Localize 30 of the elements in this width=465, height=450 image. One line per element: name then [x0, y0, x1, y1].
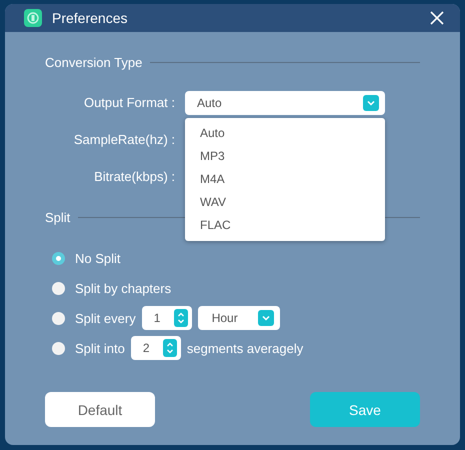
field-label: SampleRate(hz) :: [72, 132, 175, 147]
stepper-arrows-icon: [162, 339, 177, 357]
field-label: Output Format :: [82, 95, 175, 110]
radio-button[interactable]: [52, 282, 65, 294]
window-title: Preferences: [52, 10, 128, 26]
option-label: Split by chapters: [75, 280, 172, 296]
number-stepper[interactable]: 1: [142, 306, 192, 330]
option-label: segments averagely: [186, 340, 304, 356]
menu-item[interactable]: Auto: [185, 122, 385, 144]
menu-item[interactable]: FLAC: [185, 214, 385, 236]
option-label: No Split: [75, 250, 121, 266]
number-stepper[interactable]: 2: [130, 336, 181, 360]
default-button[interactable]: Default: [45, 392, 155, 427]
app-icon: [24, 9, 42, 27]
close-icon[interactable]: [430, 11, 444, 25]
section-heading: Conversion Type: [45, 54, 142, 70]
chevron-down-icon: [258, 310, 274, 326]
field-label: Bitrate(kbps) :: [93, 169, 175, 184]
stepper-arrows-icon: [174, 309, 188, 327]
menu-item[interactable]: MP3: [185, 144, 385, 168]
radio-button[interactable]: [52, 312, 65, 324]
menu-item[interactable]: M4A: [185, 168, 385, 190]
section-heading: Split: [45, 210, 70, 224]
option-label: Split into: [75, 340, 125, 356]
menu-item[interactable]: WAV: [185, 190, 385, 214]
chevron-down-icon: [363, 94, 379, 110]
radio-button[interactable]: [52, 252, 65, 264]
radio-button[interactable]: [52, 342, 65, 354]
option-label: Split every: [75, 310, 136, 326]
unit-dropdown[interactable]: Hour: [198, 306, 280, 330]
